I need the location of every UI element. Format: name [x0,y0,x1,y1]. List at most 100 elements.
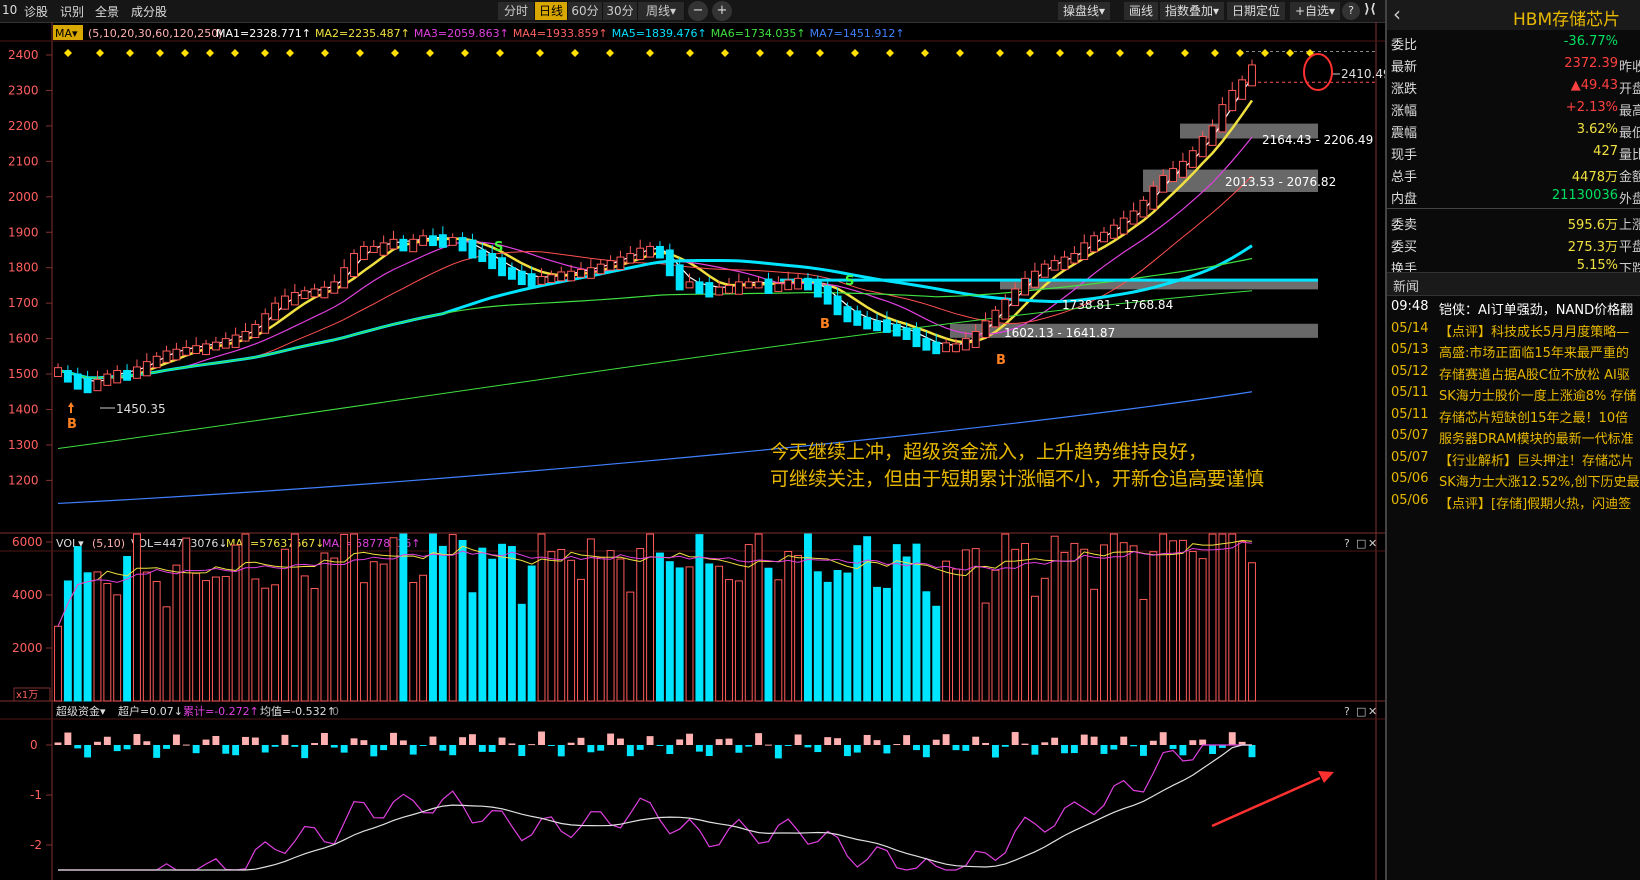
stat-value: 2372.39 [1564,56,1618,71]
vol-axis: 6000 4000 2000 [12,535,52,655]
fund-maximize-icon[interactable]: □ [1356,705,1366,718]
volume-bar [734,580,743,702]
candle-body [448,237,457,246]
volume-bar [902,556,911,702]
help-icon[interactable]: ? [1342,2,1360,20]
fund-bar [626,745,634,757]
fund-indicator-name[interactable]: 超级资金▾ [56,704,106,718]
toolbar-item-diagnose[interactable]: 诊股 [24,3,48,20]
candle-body [251,323,260,339]
fund-bar [419,745,427,746]
news-item[interactable]: 05/12 存储赛道占据A股C位不放松 AI驱 [1387,361,1640,383]
candle-body [478,249,487,263]
period-tab-60min[interactable]: 60分 [568,2,603,20]
candle-body [419,235,428,246]
volume-bar [606,550,615,702]
tool-watchlist[interactable]: +自选▾ [1290,2,1341,20]
stat-row: 委卖 595.6万 上涨 [1387,211,1640,233]
stat-row: 涨幅 +2.13% 最高 [1387,97,1640,119]
fund-bar [814,745,822,753]
fund-tick-label: 0 [30,738,38,752]
volume-bar [399,533,408,702]
volume-bar [83,572,92,702]
fund-bar [54,742,62,745]
vol-ma1: MA1=57637667↓ [226,537,324,550]
stat-extra-label: 外盘 [1619,192,1640,207]
period-tab-timeshare[interactable]: 分时 [498,2,535,20]
fund-bar [468,734,476,745]
volume-bar [567,559,576,702]
signal-diamond [1261,49,1269,57]
vol-help-icon[interactable]: ? [1344,537,1350,550]
fund-legend: 超级资金▾ 超户=0.07↓ 累计=-0.272↑ 均值=-0.532↑ 0 [56,704,339,718]
news-title: 服务器DRAM模块的最新一代标准 [1439,432,1634,447]
volume-bar [705,563,714,702]
stat-label: 总手 [1391,170,1418,185]
news-item[interactable]: 09:48 铠侠：AI订单强劲，NAND价格翻 [1387,296,1640,318]
zoom-out-button[interactable]: − [688,1,708,21]
price-tick-label: 2400 [8,48,39,62]
news-item[interactable]: 05/13 高盛:市场正面临15年来最严重的 [1387,339,1640,361]
period-tab-30min[interactable]: 30分 [603,2,638,20]
news-item[interactable]: 05/11 存储芯片短缺创15年之最！10倍 [1387,404,1640,426]
candle-body [734,281,743,295]
fund-bar [232,745,240,756]
stat-row: 最新 2372.39 昨收 [1387,53,1640,75]
stat-value: 427 [1593,144,1618,159]
volume-bar [1228,533,1237,702]
fund-bar [380,745,388,751]
news-item[interactable]: 05/07 服务器DRAM模块的最新一代标准 [1387,425,1640,447]
zoom-in-button[interactable]: + [712,1,732,21]
back-icon[interactable]: ‹ [1393,2,1401,26]
volume-bar [429,533,437,702]
tool-trade-line[interactable]: 操盘线▾ [1058,2,1111,20]
volume-bar [251,578,260,702]
candle-body [1060,256,1069,270]
toolbar-item-components[interactable]: 成分股 [131,3,167,20]
vol-close-icon[interactable]: ✕ [1368,537,1377,550]
candle-body [1149,185,1158,210]
candle-body [1011,288,1020,307]
volume-bar [1030,595,1039,702]
fund-bar [1120,736,1128,745]
fund-close-icon[interactable]: ✕ [1368,705,1377,718]
tool-date-locate[interactable]: 日期定位 [1227,2,1286,20]
signal-diamond [496,49,504,57]
news-item[interactable]: 05/06 SK海力士大涨12.52%,创下历史最 [1387,468,1640,490]
toolbar-item-code[interactable]: 10 [2,3,17,17]
candle-body [902,327,911,341]
tool-draw-line[interactable]: 画线 [1124,2,1159,20]
toolbar-item-panorama[interactable]: 全景 [95,3,119,20]
volume-bar [1169,540,1178,702]
vol-maximize-icon[interactable]: □ [1356,537,1366,550]
news-item[interactable]: 05/06 【点评】[存储]假期火热，闪迪签 [1387,490,1640,512]
news-item[interactable]: 05/14 【点评】科技成长5月月度策略— [1387,318,1640,340]
candle-body [665,249,674,277]
fund-bar [360,740,368,745]
volume-bar [646,533,655,702]
volume-bar [132,533,141,702]
news-item[interactable]: 05/11 SK海力士股价一度上涨逾8% 存储 [1387,382,1640,404]
volume-bar [162,606,171,702]
tool-index-overlay[interactable]: 指数叠加▾ [1160,2,1225,20]
collapse-icon[interactable]: ⟩⟨ [1364,2,1376,17]
candle-body [863,316,872,330]
toolbar-item-identify[interactable]: 识别 [60,3,84,20]
fund-bar [340,745,348,753]
volume-bar [557,549,566,702]
volume-bar [359,582,368,702]
news-item[interactable]: 05/07 【行业解析】巨头押注！存储芯片 [1387,447,1640,469]
kline-chart-area[interactable]: MA▾ (5,10,20,30,60,120,250) MA1=2328.771… [0,22,1385,880]
candle-body [596,263,605,275]
candle-body [803,277,812,291]
period-tab-weekly[interactable]: 周线▾ [638,2,685,20]
volume-bar [1198,558,1207,702]
volume-bar [586,538,595,702]
fund-help-icon[interactable]: ? [1344,705,1350,718]
period-tab-daily[interactable]: 日线 [535,2,568,20]
panel-controls-vol: ? □ ✕ [1344,537,1377,550]
signal-diamond [1146,49,1154,57]
stat-value: 595.6万 [1567,218,1618,233]
price-tick-label: 1900 [8,225,39,239]
candle-body [606,260,615,271]
